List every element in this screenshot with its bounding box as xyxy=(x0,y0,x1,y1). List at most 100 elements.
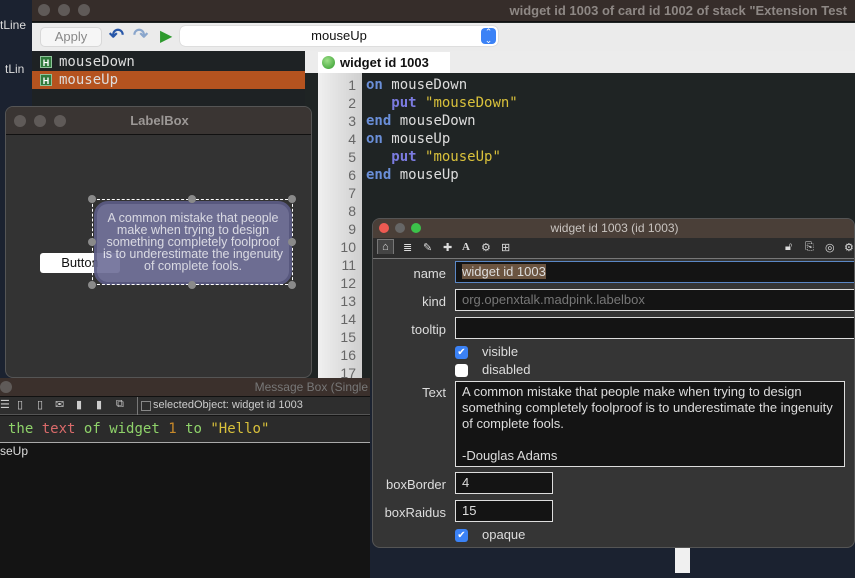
resize-handle[interactable] xyxy=(288,238,296,246)
name-field[interactable]: widget id 1003 xyxy=(455,261,854,283)
document-icon[interactable]: ▮ xyxy=(76,398,82,411)
gear-icon[interactable]: ⚙ xyxy=(844,241,854,254)
resize-handle[interactable] xyxy=(188,281,196,289)
lock-icon[interactable]: 🔓︎ xyxy=(785,241,792,254)
move-icon[interactable]: ✚ xyxy=(443,241,452,254)
token: the xyxy=(8,421,34,437)
code-line: end mouseDown xyxy=(366,113,476,129)
resize-handle[interactable] xyxy=(88,195,96,203)
handler-item-mousedown[interactable]: HmouseDown xyxy=(32,53,305,71)
resize-handle[interactable] xyxy=(88,281,96,289)
handler-item-mouseup[interactable]: HmouseUp xyxy=(32,71,305,89)
code-line: put "mouseUp" xyxy=(366,149,501,165)
handler-label: mouseDown xyxy=(59,54,135,70)
boxborder-field[interactable]: 4 xyxy=(455,472,553,494)
kind-field[interactable]: org.openxtalk.madpink.labelbox xyxy=(455,289,854,311)
name-label: name xyxy=(413,266,446,281)
tab-label: widget id 1003 xyxy=(340,55,429,70)
token: "Hello" xyxy=(210,421,270,437)
redo-icon[interactable]: ↷ xyxy=(133,25,148,46)
tooltip-label: tooltip xyxy=(411,322,446,337)
database-icon[interactable]: ≣ xyxy=(403,241,412,254)
list-icon[interactable]: ☰ xyxy=(0,398,10,411)
scrollbar[interactable] xyxy=(675,548,690,573)
text-field[interactable]: A common mistake that people make when t… xyxy=(455,381,845,467)
gears-icon[interactable]: ⚙ xyxy=(481,241,491,254)
text-line: something completely foolproof is to und… xyxy=(462,400,833,415)
code-token: mouseDown xyxy=(391,113,476,129)
message-output: seUp xyxy=(0,444,29,458)
undo-icon[interactable]: ↶ xyxy=(109,25,124,46)
apply-button[interactable]: Apply xyxy=(40,27,102,47)
minimize-button[interactable] xyxy=(34,115,46,127)
paste-icon[interactable]: ⧉ xyxy=(116,398,124,411)
command-input[interactable]: the text of widget 1 to "Hello" xyxy=(0,416,370,443)
token: to xyxy=(185,421,202,437)
chevron-updown-icon: ⌃ ⌄ xyxy=(481,28,496,45)
close-button[interactable] xyxy=(0,381,12,393)
line-number: 15 xyxy=(340,329,356,345)
line-number: 14 xyxy=(340,311,356,327)
code-token: mouseUp xyxy=(382,131,451,147)
script-icon[interactable]: ▯ xyxy=(17,398,23,411)
keyword: put xyxy=(391,149,417,165)
copy-icon[interactable]: ▮ xyxy=(96,398,102,411)
zoom-button[interactable] xyxy=(78,4,90,16)
line-number: 7 xyxy=(348,185,356,201)
title-bar: LabelBox xyxy=(6,107,311,135)
line-number: 16 xyxy=(340,347,356,363)
handler-select-value: mouseUp xyxy=(311,28,367,43)
line-number: 9 xyxy=(348,221,356,237)
resize-icon[interactable]: ⊞ xyxy=(501,241,510,254)
line-number: 2 xyxy=(348,95,356,111)
handler-select[interactable]: mouseUp ⌃ ⌄ xyxy=(180,26,498,46)
line-number: 5 xyxy=(348,149,356,165)
message-box-window: Message Box (Single ☰ ▯ ▯ ✉ ▮ ▮ ⧉ select… xyxy=(0,378,370,578)
code-token: mouseDown xyxy=(382,77,468,93)
disabled-label: disabled xyxy=(482,362,531,377)
export-icon[interactable]: ⎘ xyxy=(805,241,814,254)
boxradius-field[interactable]: 15 xyxy=(455,500,553,522)
close-button[interactable] xyxy=(379,223,389,233)
fragment: tLin xyxy=(5,62,25,76)
minimize-button[interactable] xyxy=(58,4,70,16)
home-icon[interactable]: ⌂ xyxy=(377,239,394,254)
resize-handle[interactable] xyxy=(288,195,296,203)
text-icon[interactable]: A xyxy=(462,241,470,253)
text-line: of complete fools. xyxy=(462,416,564,431)
text-label: Text xyxy=(422,385,446,400)
token: 1 xyxy=(168,421,177,437)
visible-label: visible xyxy=(482,344,519,359)
opaque-checkbox[interactable]: ✔ xyxy=(455,529,468,542)
disabled-checkbox[interactable] xyxy=(455,364,468,377)
toolbar: Apply ↶ ↷ ▶ mouseUp ⌃ ⌄ xyxy=(32,23,855,51)
minimize-button[interactable] xyxy=(395,223,405,233)
tab-widget[interactable]: widget id 1003 xyxy=(318,52,450,73)
target-icon[interactable]: ◎ xyxy=(825,241,835,254)
resize-handle[interactable] xyxy=(288,281,296,289)
mail-icon[interactable]: ✉ xyxy=(55,398,64,411)
zoom-button[interactable] xyxy=(411,223,421,233)
clear-icon[interactable]: ▯ xyxy=(37,398,43,411)
run-icon[interactable]: ▶ xyxy=(160,26,172,46)
title-bar: widget id 1003 (id 1003) xyxy=(373,219,854,238)
name-value: widget id 1003 xyxy=(462,264,546,279)
line-number: 1 xyxy=(348,77,356,93)
inspector-tabs: ⌂ ≣ ✎ ✚ A ⚙ ⊞ 🔓︎ ⎘ ◎ ⚙ xyxy=(373,238,854,259)
close-button[interactable] xyxy=(38,4,50,16)
tooltip-field[interactable] xyxy=(455,317,854,339)
pencil-icon[interactable]: ✎ xyxy=(423,241,432,254)
line-number: 8 xyxy=(348,203,356,219)
keyword: put xyxy=(391,95,417,111)
title-bar: widget id 1003 of card id 1002 of stack … xyxy=(32,0,855,22)
resize-handle[interactable] xyxy=(188,195,196,203)
checkbox[interactable] xyxy=(141,401,151,411)
keyword: end xyxy=(366,167,392,183)
zoom-button[interactable] xyxy=(54,115,66,127)
resize-handle[interactable] xyxy=(88,238,96,246)
visible-checkbox[interactable]: ✔ xyxy=(455,346,468,359)
close-button[interactable] xyxy=(14,115,26,127)
token: text xyxy=(41,421,76,437)
handler-label: mouseUp xyxy=(59,72,119,88)
line-number: 10 xyxy=(340,239,356,255)
